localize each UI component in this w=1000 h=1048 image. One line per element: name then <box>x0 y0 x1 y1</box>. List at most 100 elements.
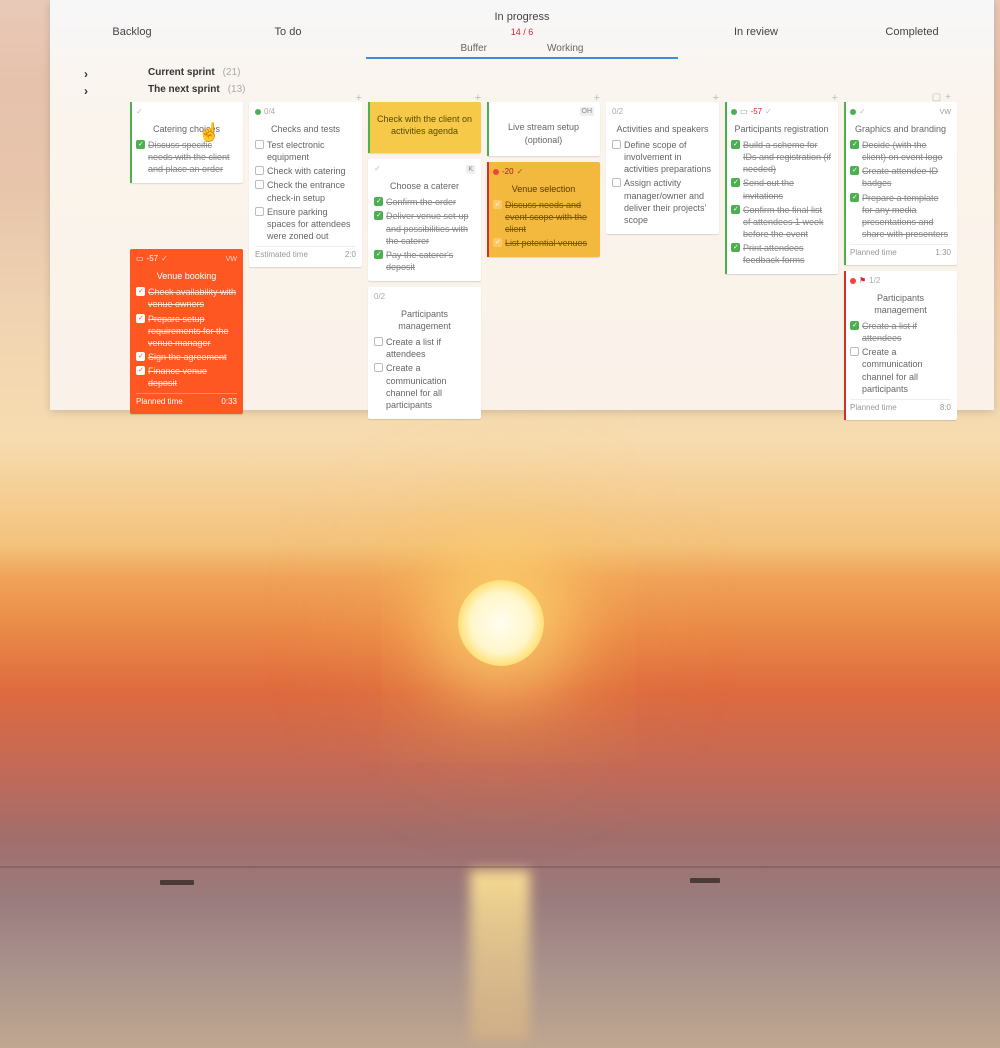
card-stripe <box>844 102 846 265</box>
status-dot-icon <box>731 109 737 115</box>
card-venue-selection[interactable]: -20✓ Venue selection Discuss needs and e… <box>487 162 600 258</box>
checkbox-icon[interactable] <box>136 140 145 149</box>
checklist-item[interactable]: Check the entrance check-in setup <box>255 179 356 203</box>
card-catering-choices[interactable]: ✓ Catering choices Discuss specific need… <box>130 102 243 183</box>
checkbox-icon[interactable] <box>612 140 621 149</box>
assignee-badge: VW <box>226 255 237 264</box>
checkbox-icon[interactable] <box>731 243 740 252</box>
card-live-stream[interactable]: OH Live stream setup (optional) <box>487 102 600 156</box>
card-graphics-branding[interactable]: ✓VW Graphics and branding Decide (with t… <box>844 102 957 265</box>
checklist-item[interactable]: Finance venue deposit <box>136 365 237 389</box>
checklist-text: Create a list if attendees <box>862 320 951 344</box>
card-participants-registration[interactable]: ▭-57✓ Participants registration Build a … <box>725 102 838 274</box>
checklist-item[interactable]: Sign the agreement <box>136 351 237 363</box>
tab-label: In review <box>678 26 834 38</box>
subtab-buffer[interactable]: Buffer <box>461 43 488 54</box>
checklist-item[interactable]: Assign activity manager/owner and delive… <box>612 177 713 226</box>
checkbox-icon[interactable] <box>255 180 264 189</box>
checklist-item[interactable]: Check availability with venue owners <box>136 286 237 310</box>
card-footer: Planned time 1:30 <box>850 244 951 259</box>
status-dot-icon <box>493 169 499 175</box>
card-stripe <box>368 102 370 153</box>
checkbox-icon[interactable] <box>731 178 740 187</box>
checklist-item[interactable]: Create a list if attendees <box>850 320 951 344</box>
chevron-right-icon[interactable]: › <box>84 67 88 81</box>
chevron-right-icon[interactable]: › <box>84 84 88 98</box>
checklist-item[interactable]: Print attendees feedback forms <box>731 242 832 266</box>
checklist-item[interactable]: Prepare setup requirements for the venue… <box>136 313 237 349</box>
checklist-item[interactable]: Prepare a template for any media present… <box>850 192 951 241</box>
checkbox-icon[interactable] <box>374 363 383 372</box>
checklist-item[interactable]: Create attendee ID badges <box>850 165 951 189</box>
checkbox-icon[interactable] <box>255 166 264 175</box>
footer-value: 1:30 <box>935 248 951 259</box>
checkbox-icon[interactable] <box>136 366 145 375</box>
card-activities-speakers[interactable]: 0/2 Activities and speakers Define scope… <box>606 102 719 234</box>
checklist-item[interactable]: Pay the caterer's deposit <box>374 249 475 273</box>
checkbox-icon[interactable] <box>374 250 383 259</box>
checklist-item[interactable]: List potential venues <box>493 237 594 249</box>
card-footer: Planned time 0:33 <box>136 393 237 408</box>
footer-label: Estimated time <box>255 250 308 261</box>
checklist-item[interactable]: Test electronic equipment <box>255 139 356 163</box>
checklist-text: Assign activity manager/owner and delive… <box>624 177 713 226</box>
checkbox-icon[interactable] <box>255 140 264 149</box>
card-choose-caterer[interactable]: ✓K Choose a caterer Confirm the order De… <box>368 159 481 281</box>
checkbox-icon[interactable] <box>731 140 740 149</box>
checklist-item[interactable]: Ensure parking spaces for attendees were… <box>255 206 356 242</box>
tab-todo[interactable]: To do <box>210 26 366 38</box>
card-title: Choose a caterer <box>374 178 475 192</box>
checklist-item[interactable]: Decide (with the client) on event logo <box>850 139 951 163</box>
checklist-item[interactable]: Discuss needs and event scope with the c… <box>493 199 594 235</box>
checkbox-icon[interactable] <box>136 287 145 296</box>
checkbox-icon[interactable] <box>374 211 383 220</box>
checklist-text: Create a communication channel for all p… <box>386 362 475 411</box>
tab-in-progress[interactable]: In progress 14 / 6 Buffer Working <box>366 11 678 54</box>
checkbox-icon[interactable] <box>493 238 502 247</box>
tab-completed[interactable]: Completed <box>834 26 990 38</box>
checkbox-icon[interactable] <box>850 321 859 330</box>
checkbox-icon[interactable] <box>850 347 859 356</box>
calendar-icon: ▭ <box>740 107 748 118</box>
checklist-text: Build a scheme for IDs and registration … <box>743 139 832 175</box>
card-venue-booking[interactable]: ▭ -57 ✓ VW Venue booking Check availabil… <box>130 249 243 414</box>
checklist-text: Define scope of involvement in activitie… <box>624 139 713 175</box>
checklist-item[interactable]: Discuss specific needs with the client a… <box>136 139 237 175</box>
card-participants-management[interactable]: 0/2 Participants management Create a lis… <box>368 287 481 419</box>
checkbox-icon[interactable] <box>493 200 502 209</box>
checklist-item[interactable]: Confirm the order <box>374 196 475 208</box>
subtab-working[interactable]: Working <box>547 43 584 54</box>
checkbox-icon[interactable] <box>374 197 383 206</box>
sprint-label: The next sprint <box>148 84 220 95</box>
checklist-item[interactable]: Confirm the final list of attendees 1 we… <box>731 204 832 240</box>
checklist-item[interactable]: Define scope of involvement in activitie… <box>612 139 713 175</box>
checklist-item[interactable]: Deliver venue set-up and possibilities w… <box>374 210 475 246</box>
column-backlog: ✓ Catering choices Discuss specific need… <box>130 102 243 420</box>
checkbox-icon[interactable] <box>850 193 859 202</box>
check-icon: ✓ <box>765 107 772 118</box>
checkbox-icon[interactable] <box>255 207 264 216</box>
tab-in-review[interactable]: In review <box>678 26 834 38</box>
checkbox-icon[interactable] <box>731 205 740 214</box>
checklist-text: Check availability with venue owners <box>148 286 237 310</box>
checkbox-icon[interactable] <box>136 352 145 361</box>
card-client-check[interactable]: Check with the client on activities agen… <box>368 102 481 153</box>
checklist-item[interactable]: Create a list if attendees <box>374 336 475 360</box>
checkbox-icon[interactable] <box>850 140 859 149</box>
tab-label: To do <box>210 26 366 38</box>
tab-backlog[interactable]: Backlog <box>54 26 210 38</box>
checkbox-icon[interactable] <box>136 314 145 323</box>
card-participants-management-2[interactable]: ⚑1/2 Participants management Create a li… <box>844 271 957 420</box>
sprint-row-current[interactable]: › Current sprint (21) <box>50 64 994 81</box>
checkbox-icon[interactable] <box>374 337 383 346</box>
checkbox-icon[interactable] <box>612 178 621 187</box>
card-checks-tests[interactable]: 0/4 Checks and tests Test electronic equ… <box>249 102 362 267</box>
checklist-item[interactable]: Create a communication channel for all p… <box>374 362 475 411</box>
checkbox-icon[interactable] <box>850 166 859 175</box>
checklist-item[interactable]: Create a communication channel for all p… <box>850 346 951 395</box>
check-icon: ✓ <box>859 107 866 118</box>
checklist-item[interactable]: Build a scheme for IDs and registration … <box>731 139 832 175</box>
sprint-row-next[interactable]: › The next sprint (13) <box>50 81 994 98</box>
checklist-item[interactable]: Send out the invitations <box>731 177 832 201</box>
checklist-item[interactable]: Check with catering <box>255 165 356 177</box>
